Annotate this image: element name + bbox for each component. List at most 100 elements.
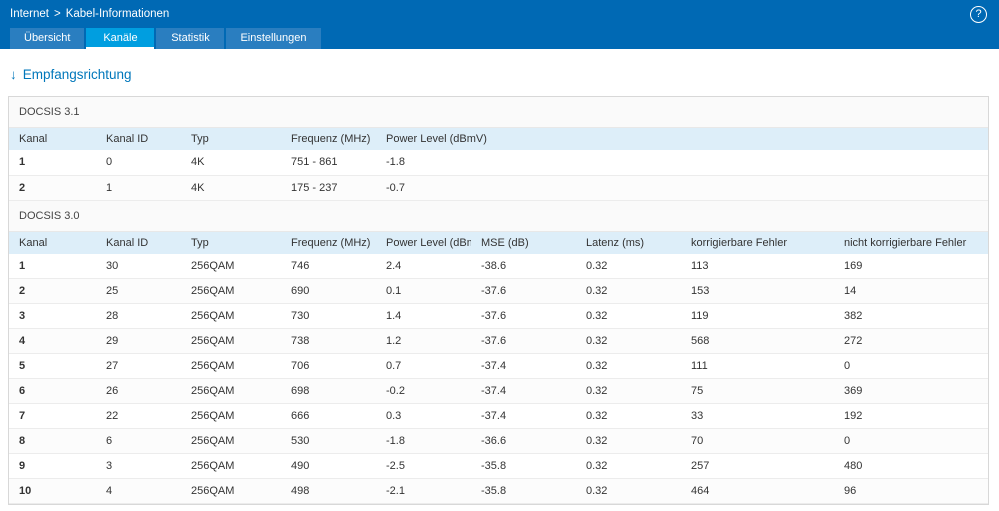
table-cell: 4 <box>96 478 181 504</box>
breadcrumb-separator: > <box>54 8 61 20</box>
table-cell: -37.6 <box>471 303 576 329</box>
column-header: Power Level (dBmV) <box>376 231 471 254</box>
channels-table-container: DOCSIS 3.1 Kanal Kanal ID Typ Frequenz (MHz… <box>8 96 989 505</box>
table-cell: 698 <box>281 378 376 404</box>
table-cell: 75 <box>681 378 834 404</box>
table-cell: 256QAM <box>181 453 281 479</box>
table-header-row: Kanal Kanal ID Typ Frequenz (MHz) Power Leve… <box>9 128 988 150</box>
table-row: 7 22 256QAM 666 0.3 -37.4 0.32 33 192 <box>9 403 988 429</box>
tab-bar: Übersicht Kanäle Statistik Einstellungen <box>0 28 999 49</box>
table-cell: 22 <box>96 403 181 429</box>
table-cell: -36.6 <box>471 428 576 454</box>
table-cell: 464 <box>681 478 834 504</box>
table-cell: 25 <box>96 278 181 304</box>
table-cell: 1 <box>9 150 96 176</box>
table-cell: 2 <box>9 278 96 304</box>
table-row: 4 29 256QAM 738 1.2 -37.6 0.32 568 272 <box>9 328 988 354</box>
table-cell: 0.32 <box>576 478 681 504</box>
table-row: 2 25 256QAM 690 0.1 -37.6 0.32 153 14 <box>9 278 988 304</box>
table-row: 2 1 4K 175 - 237 -0.7 <box>9 175 988 201</box>
table-header-row: Kanal Kanal ID Typ Frequenz (MHz) Power Leve… <box>9 231 988 254</box>
table-cell: 29 <box>96 328 181 354</box>
tab-statistik[interactable]: Statistik <box>156 28 225 49</box>
table-cell: -0.2 <box>376 378 471 404</box>
page-content: ↓ Empfangsrichtung DOCSIS 3.1 Kanal Kanal… <box>0 49 999 505</box>
table-cell: 0 <box>96 150 181 176</box>
table-cell: 0 <box>834 428 988 454</box>
table-cell: 9 <box>9 453 96 479</box>
table-cell: 256QAM <box>181 378 281 404</box>
table-cell: 4 <box>9 328 96 354</box>
table-cell: 730 <box>281 303 376 329</box>
table-cell: 1.2 <box>376 328 471 354</box>
table-row: 6 26 256QAM 698 -0.2 -37.4 0.32 75 369 <box>9 378 988 404</box>
tab-uebersicht[interactable]: Übersicht <box>10 28 85 49</box>
table-cell: -37.6 <box>471 278 576 304</box>
section-empfangsrichtung-toggle[interactable]: ↓ Empfangsrichtung <box>10 67 132 82</box>
table-cell: 256QAM <box>181 328 281 354</box>
table-cell: 1 <box>96 175 181 201</box>
table-cell: 256QAM <box>181 278 281 304</box>
table-cell: 530 <box>281 428 376 454</box>
table-cell: 26 <box>96 378 181 404</box>
table-cell: 28 <box>96 303 181 329</box>
table-cell: 0 <box>834 353 988 379</box>
table-cell: -1.8 <box>376 150 988 176</box>
table-cell: 738 <box>281 328 376 354</box>
table-cell: 7 <box>9 403 96 429</box>
column-header: korrigierbare Fehler <box>681 231 834 254</box>
table-cell: -35.8 <box>471 453 576 479</box>
table-cell: -0.7 <box>376 175 988 201</box>
table-cell: 1.4 <box>376 303 471 329</box>
table-row: 1 0 4K 751 - 861 -1.8 <box>9 150 988 176</box>
table-cell: 256QAM <box>181 478 281 504</box>
table-row: 1 30 256QAM 746 2.4 -38.6 0.32 113 169 <box>9 253 988 279</box>
column-header: Typ <box>181 231 281 254</box>
table-cell: 153 <box>681 278 834 304</box>
table-cell: 3 <box>9 303 96 329</box>
table-cell: 192 <box>834 403 988 429</box>
table-cell: 746 <box>281 253 376 279</box>
table-cell: 0.32 <box>576 278 681 304</box>
table-cell: 369 <box>834 378 988 404</box>
table-cell: 5 <box>9 353 96 379</box>
table-row: 5 27 256QAM 706 0.7 -37.4 0.32 111 0 <box>9 353 988 379</box>
table-cell: 3 <box>96 453 181 479</box>
docsis30-table: Kanal Kanal ID Typ Frequenz (MHz) Power Leve… <box>9 231 988 504</box>
table-cell: 0.32 <box>576 453 681 479</box>
table-cell: 30 <box>96 253 181 279</box>
table-cell: 33 <box>681 403 834 429</box>
column-header: nicht korrigierbare Fehler <box>834 231 988 254</box>
table-cell: -2.5 <box>376 453 471 479</box>
table-cell: 256QAM <box>181 428 281 454</box>
table-row: 9 3 256QAM 490 -2.5 -35.8 0.32 257 480 <box>9 453 988 479</box>
table-cell: 27 <box>96 353 181 379</box>
table-cell: 2.4 <box>376 253 471 279</box>
table-cell: -37.4 <box>471 353 576 379</box>
column-header: Frequenz (MHz) <box>281 128 376 150</box>
table-cell: 0.1 <box>376 278 471 304</box>
table-cell: 70 <box>681 428 834 454</box>
table-cell: 10 <box>9 478 96 504</box>
help-icon[interactable]: ? <box>970 5 987 23</box>
column-header: Frequenz (MHz) <box>281 231 376 254</box>
table-cell: 382 <box>834 303 988 329</box>
breadcrumb-internet[interactable]: Internet <box>10 8 49 20</box>
table-cell: 0.32 <box>576 303 681 329</box>
table-cell: 490 <box>281 453 376 479</box>
table-cell: 256QAM <box>181 303 281 329</box>
column-header: Typ <box>181 128 281 150</box>
table-cell: 568 <box>681 328 834 354</box>
table-cell: 111 <box>681 353 834 379</box>
tab-einstellungen[interactable]: Einstellungen <box>226 28 321 49</box>
table-cell: 175 - 237 <box>281 175 376 201</box>
table-cell: 706 <box>281 353 376 379</box>
table-cell: 0.32 <box>576 253 681 279</box>
table-cell: 0.32 <box>576 353 681 379</box>
column-header: Kanal <box>9 128 96 150</box>
docsis30-band-title: DOCSIS 3.0 <box>9 200 988 232</box>
column-header: Power Level (dBmV) <box>376 128 988 150</box>
table-cell: -35.8 <box>471 478 576 504</box>
tab-kanaele[interactable]: Kanäle <box>86 28 155 49</box>
table-cell: 113 <box>681 253 834 279</box>
